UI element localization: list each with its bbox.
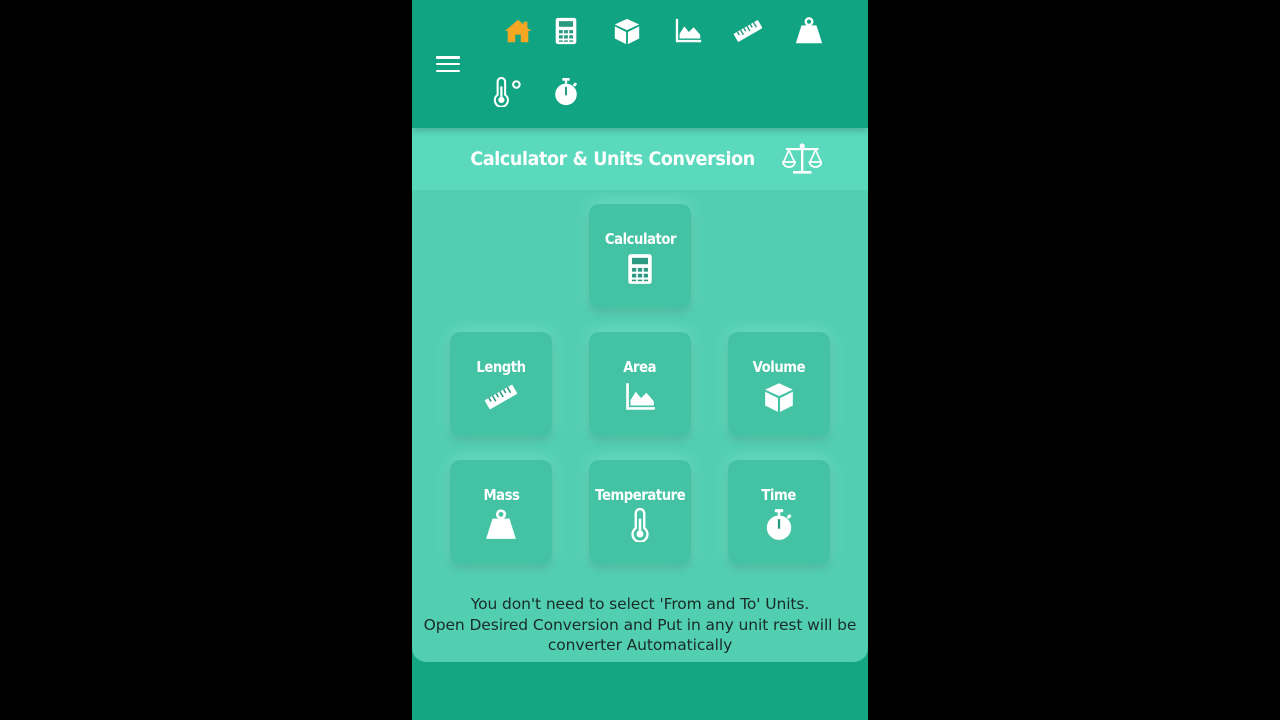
stopwatch-icon	[551, 77, 581, 107]
calculator-icon	[623, 252, 657, 286]
page-title: Calculator & Units Conversion	[470, 148, 756, 170]
tile-label: Temperature	[594, 486, 686, 504]
cube-icon	[762, 380, 796, 414]
nav-calculator-button[interactable]	[549, 14, 583, 48]
hamburger-menu-button[interactable]	[436, 54, 460, 74]
stopwatch-icon	[762, 508, 796, 542]
tile-calculator[interactable]: Calculator	[589, 204, 691, 308]
area-chart-icon	[623, 380, 657, 414]
nav-temperature-button[interactable]	[487, 75, 527, 109]
menu-line	[436, 56, 460, 59]
info-note-line: Open Desired Conversion and Put in any u…	[423, 615, 857, 634]
tile-area[interactable]: Area	[589, 332, 691, 436]
info-note-line: converter Automatically	[547, 636, 733, 654]
tile-label: Area	[623, 358, 657, 376]
tile-label: Length	[476, 358, 526, 376]
calculator-icon	[551, 16, 581, 46]
nav-mass-button[interactable]	[792, 14, 826, 48]
tile-length[interactable]: Length	[450, 332, 552, 436]
nav-time-button[interactable]	[549, 75, 583, 109]
tile-label: Mass	[483, 486, 519, 504]
nav-area-button[interactable]	[671, 14, 705, 48]
tile-time[interactable]: Time	[728, 460, 830, 564]
tile-mass[interactable]: Mass	[450, 460, 552, 564]
info-note: You don't need to select 'From and To' U…	[412, 594, 868, 656]
cube-icon	[612, 16, 642, 46]
info-note-line: You don't need to select 'From and To' U…	[470, 595, 810, 613]
menu-line	[436, 62, 460, 66]
thermometer-icon	[623, 508, 657, 542]
tile-label: Time	[761, 486, 797, 504]
balance-scale-icon	[782, 142, 822, 176]
menu-line	[436, 69, 460, 72]
tile-label: Volume	[752, 358, 806, 376]
tile-volume[interactable]: Volume	[728, 332, 830, 436]
page-header: Calculator & Units Conversion	[412, 128, 868, 190]
area-chart-icon	[673, 16, 703, 46]
tile-label: Calculator	[604, 230, 676, 248]
thermometer-icon	[489, 77, 525, 107]
weight-icon	[794, 16, 824, 46]
app-screen: Calculator & Units Conversion Calculator…	[412, 0, 868, 720]
conversion-panel: Calculator Length Area Volume Mass Tempe…	[412, 190, 868, 662]
nav-home-button[interactable]	[501, 14, 535, 48]
nav-volume-button[interactable]	[610, 14, 644, 48]
ruler-icon	[484, 380, 518, 414]
tile-temperature[interactable]: Temperature	[589, 460, 691, 564]
nav-length-button[interactable]	[731, 14, 765, 48]
home-icon	[503, 16, 533, 46]
top-nav-bar	[412, 0, 868, 128]
weight-icon	[484, 508, 518, 542]
ruler-icon	[733, 16, 763, 46]
